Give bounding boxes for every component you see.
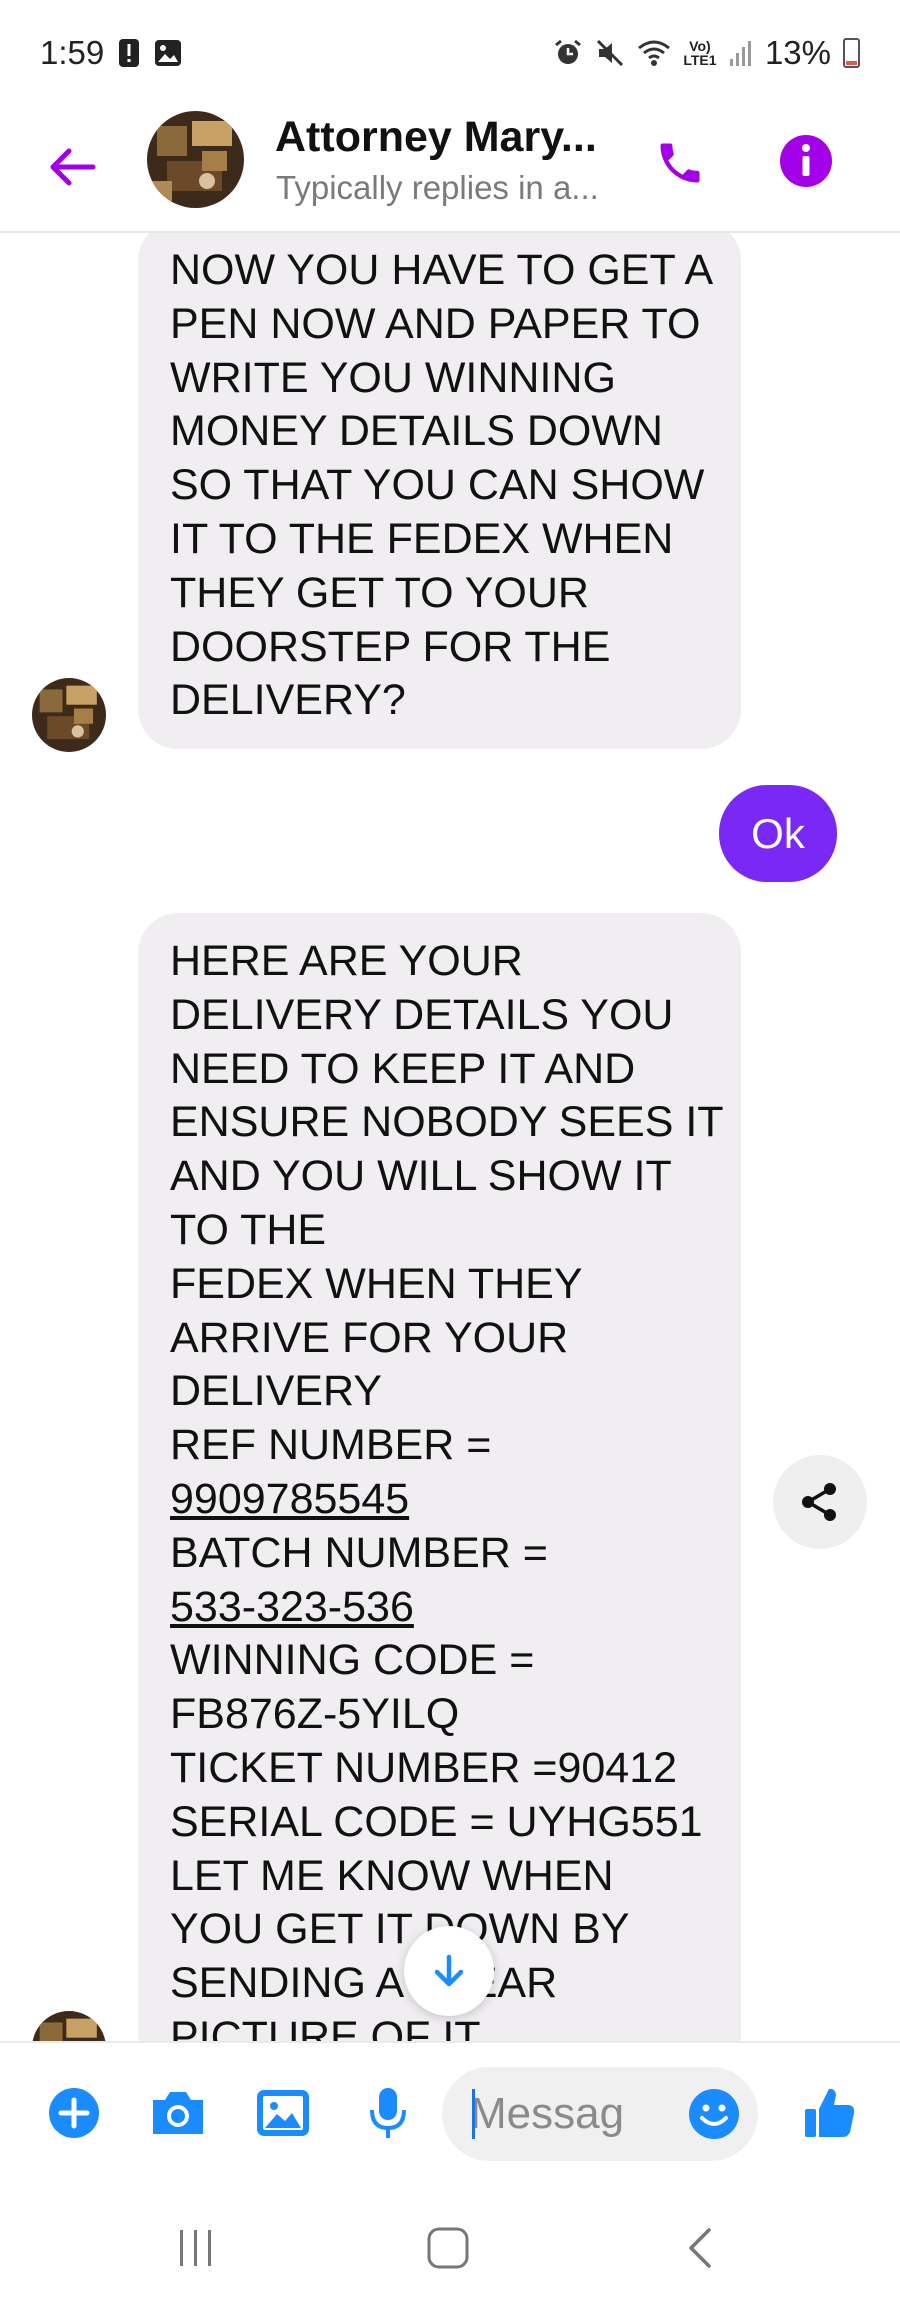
message-composer [0, 2041, 900, 2186]
batch-number-link[interactable]: 533-323-536 [170, 1581, 709, 1635]
home-icon[interactable] [408, 2216, 488, 2280]
mic-icon[interactable] [356, 2081, 420, 2145]
status-left: 1:59 [40, 34, 182, 72]
message-line: THEY GET TO YOUR [170, 568, 589, 617]
contact-avatar[interactable] [147, 111, 244, 208]
message-text: Ok [751, 809, 805, 857]
message-line: BATCH NUMBER = [170, 1528, 548, 1577]
system-nav-bar [0, 2186, 900, 2306]
message-line: DELIVERY DETAILS YOU [170, 990, 674, 1039]
message-line: FB876Z-5YILQ [170, 1690, 460, 1739]
message-line: SO THAT YOU CAN SHOW [170, 461, 705, 510]
incoming-message-bubble[interactable]: NOW YOU HAVE TO GET A PEN NOW AND PAPER … [138, 233, 741, 749]
signal-icon [729, 39, 753, 67]
text-caret [472, 2089, 475, 2139]
message-line: ENSURE NOBODY SEES IT [170, 1098, 724, 1147]
message-line: HERE ARE YOUR [170, 937, 523, 985]
alarm-icon [553, 38, 583, 68]
recent-apps-icon[interactable] [156, 2216, 236, 2280]
chat-header: Attorney Mary... Typically replies in a.… [0, 105, 900, 233]
message-line: DELIVERY [170, 1367, 382, 1416]
gallery-icon[interactable] [251, 2081, 315, 2145]
contact-status: Typically replies in a... [276, 169, 599, 206]
sender-avatar[interactable] [32, 2011, 106, 2041]
message-line: NOW YOU HAVE TO GET A [170, 246, 714, 294]
status-time: 1:59 [40, 33, 105, 71]
outgoing-message-bubble[interactable]: Ok [719, 785, 837, 882]
mute-icon [595, 38, 625, 68]
status-bar: 1:59 Vo) LTE1 13% [0, 0, 900, 105]
message-line: LET ME KNOW WHEN [170, 1851, 614, 1900]
contact-name[interactable]: Attorney Mary... [275, 113, 597, 162]
message-line: WRITE YOU WINNING [170, 353, 616, 402]
emoji-icon[interactable] [682, 2082, 746, 2146]
message-line: REF NUMBER = [170, 1421, 492, 1470]
message-line: TICKET NUMBER =90412 [170, 1743, 678, 1792]
message-line: SERIAL CODE = UYHG551 [170, 1797, 703, 1846]
message-field[interactable] [442, 2067, 758, 2161]
plus-icon[interactable] [42, 2081, 106, 2145]
message-line: MONEY DETAILS DOWN [170, 407, 663, 456]
ref-number-link[interactable]: 9909785545 [170, 1473, 709, 1527]
message-line: NEED TO KEEP IT AND [170, 1044, 636, 1093]
message-list[interactable]: NOW YOU HAVE TO GET A PEN NOW AND PAPER … [0, 233, 900, 2041]
share-icon[interactable] [773, 1455, 867, 1549]
message-line: FEDEX WHEN THEY [170, 1259, 583, 1308]
message-line: DELIVERY? [170, 676, 406, 725]
arrow-down-icon[interactable] [404, 1926, 494, 2016]
image-icon [154, 39, 182, 67]
wifi-icon [637, 38, 671, 68]
alert-icon [118, 38, 140, 68]
sender-avatar[interactable] [32, 678, 106, 752]
back-arrow-icon[interactable] [40, 135, 104, 199]
message-line: PEN NOW AND PAPER TO [170, 299, 701, 348]
battery-icon [843, 37, 860, 68]
message-line: DOORSTEP FOR THE [170, 622, 611, 671]
thumbs-up-icon[interactable] [798, 2081, 862, 2145]
message-line: ARRIVE FOR YOUR [170, 1313, 569, 1362]
phone-icon[interactable] [648, 131, 712, 195]
message-line: TO THE [170, 1205, 327, 1254]
info-icon[interactable] [776, 131, 836, 191]
network-label: Vo) LTE1 [683, 37, 717, 68]
battery-percent: 13% [764, 33, 831, 71]
status-right: Vo) LTE1 13% [553, 34, 860, 72]
incoming-message-bubble[interactable]: HERE ARE YOUR DELIVERY DETAILS YOU NEED … [138, 913, 741, 2041]
camera-icon[interactable] [146, 2081, 210, 2145]
message-line: IT TO THE FEDEX WHEN [170, 514, 674, 563]
message-line: PICTURE OF IT [170, 2012, 481, 2041]
message-line: WINNING CODE = [170, 1636, 535, 1685]
message-input[interactable] [470, 2067, 670, 2161]
back-icon[interactable] [660, 2216, 740, 2280]
message-line: AND YOU WILL SHOW IT [170, 1152, 672, 1201]
